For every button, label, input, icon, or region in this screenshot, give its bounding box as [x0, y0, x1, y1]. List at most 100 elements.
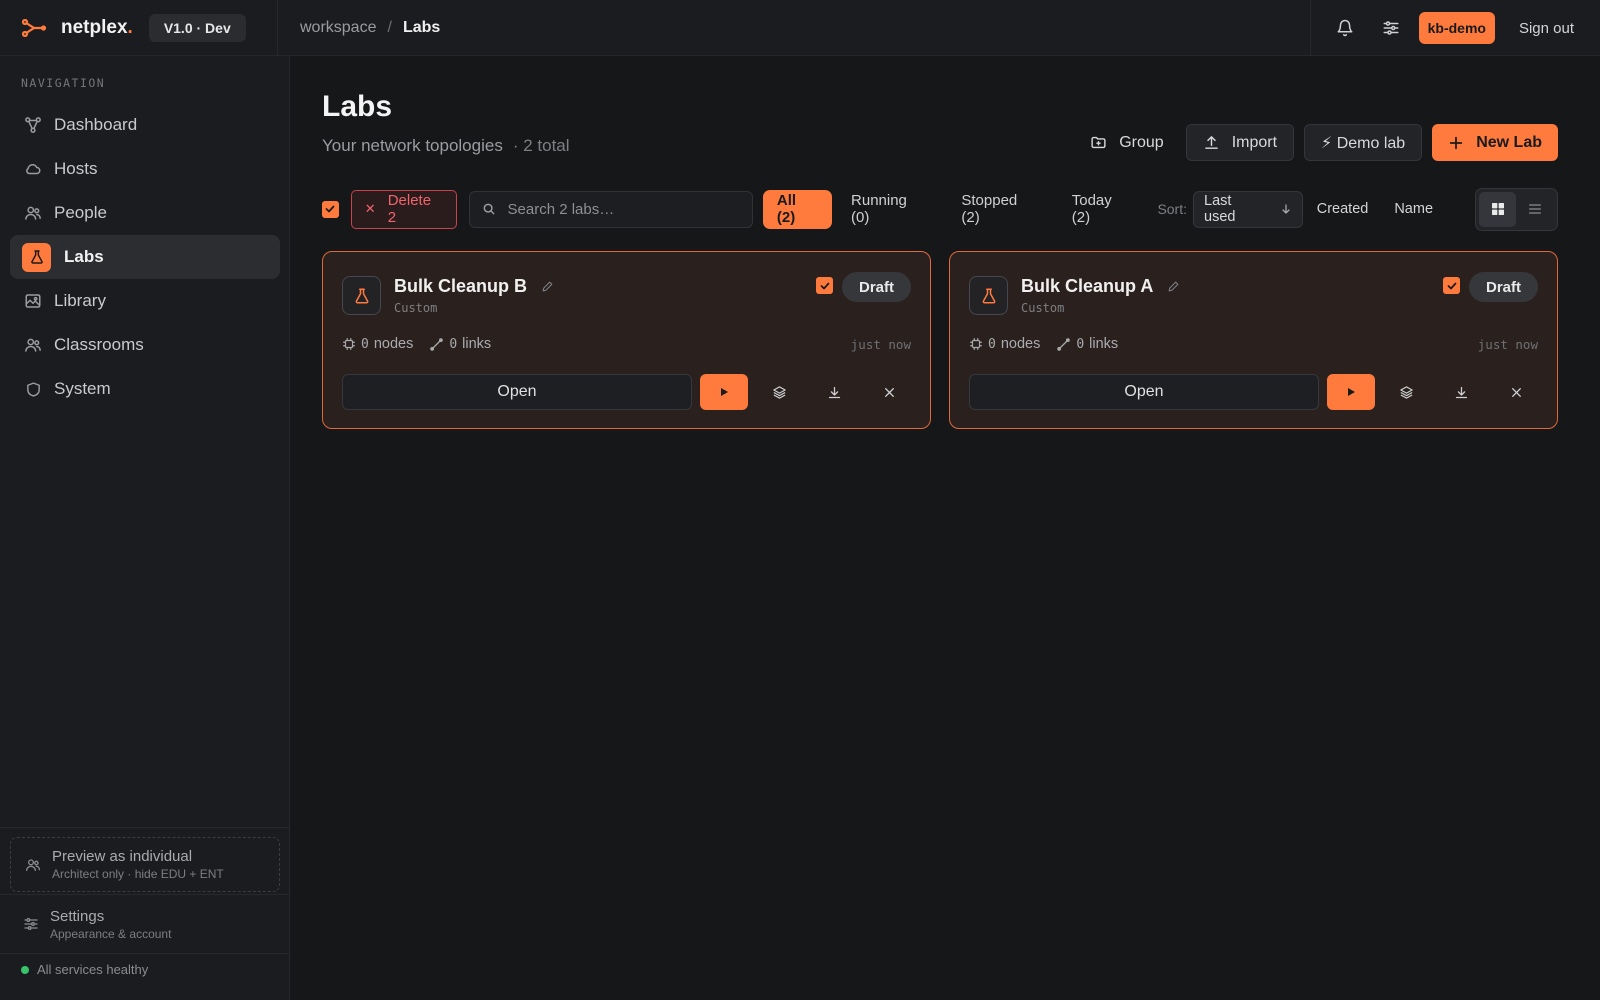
link-count: 0: [1076, 336, 1085, 352]
sidebar-item-label: People: [54, 203, 107, 222]
play-icon: [1345, 386, 1357, 398]
pencil-icon[interactable]: [541, 280, 554, 293]
check-icon: [819, 280, 831, 292]
open-lab-button[interactable]: Open: [342, 374, 692, 410]
lab-select-checkbox[interactable]: [1443, 277, 1460, 294]
nodes-label: nodes: [373, 336, 414, 352]
download-icon: [827, 385, 842, 400]
list-icon: [1527, 201, 1543, 217]
preferences-button[interactable]: [1371, 8, 1411, 48]
close-icon: [1510, 386, 1523, 399]
lab-card[interactable]: Bulk Cleanup A Custom Draft 0 nodes 0 li…: [949, 251, 1558, 429]
grid-view-button[interactable]: [1479, 191, 1517, 227]
brand: netplex. V1.0 · Dev: [0, 0, 278, 56]
filter-stopped[interactable]: Stopped (2): [947, 190, 1052, 229]
group-button[interactable]: Group: [1078, 124, 1175, 161]
notifications-button[interactable]: [1325, 8, 1365, 48]
nav-header: NAVIGATION: [21, 76, 106, 90]
sidebar-item-library[interactable]: Library: [10, 279, 280, 323]
netplex-logo-icon[interactable]: [22, 18, 47, 37]
demo-lab-button[interactable]: ⚡ Demo lab: [1304, 124, 1423, 161]
lab-select-checkbox[interactable]: [816, 277, 833, 294]
download-lab-button[interactable]: [807, 374, 862, 410]
user-badge[interactable]: kb-demo: [1418, 12, 1495, 44]
lab-card[interactable]: Bulk Cleanup B Custom Draft 0 nodes 0 li…: [322, 251, 931, 429]
status-dot: [21, 965, 29, 974]
sign-out-button[interactable]: Sign out: [1519, 20, 1574, 37]
sidebar-item-dashboard[interactable]: Dashboard: [10, 103, 280, 147]
delete-lab-button[interactable]: [862, 374, 917, 410]
sidebar-item-classrooms[interactable]: Classrooms: [10, 323, 280, 367]
bell-icon: [1336, 19, 1354, 37]
preview-as-individual-button[interactable]: Preview as individual Architect only · h…: [10, 837, 280, 892]
lab-name-text: Bulk Cleanup B: [394, 276, 528, 296]
version-badge[interactable]: V1.0 · Dev: [148, 13, 246, 42]
search-input[interactable]: [507, 200, 748, 218]
filter-all[interactable]: All (2): [762, 189, 833, 229]
settings-button[interactable]: Settings Appearance & account: [10, 899, 280, 949]
filter-today[interactable]: Today (2): [1058, 190, 1148, 229]
filter-running[interactable]: Running (0): [837, 190, 942, 229]
lab-stats: 0 nodes 0 links: [342, 336, 491, 352]
check-icon: [324, 203, 336, 215]
sidebar: NAVIGATION Dashboard Hosts People Labs L…: [0, 56, 290, 1000]
sidebar-item-label: Library: [54, 291, 106, 310]
check-icon: [1446, 280, 1458, 292]
sliders-icon: [23, 916, 39, 932]
sort-select[interactable]: Last used: [1193, 190, 1303, 228]
download-lab-button[interactable]: [1434, 374, 1489, 410]
download-icon: [1454, 385, 1469, 400]
settings-text: Settings Appearance & account: [50, 908, 171, 941]
search-icon: [482, 202, 496, 216]
settings-subtitle: Appearance & account: [50, 926, 172, 941]
status-text: All services healthy: [37, 962, 149, 977]
lab-name: Bulk Cleanup B: [394, 276, 554, 297]
breadcrumb-workspace[interactable]: workspace: [300, 19, 376, 37]
pencil-icon[interactable]: [1167, 280, 1180, 293]
new-lab-button[interactable]: New Lab: [1432, 124, 1558, 161]
users-icon: [23, 335, 43, 355]
lab-actions: Open: [342, 374, 917, 410]
sidebar-item-people[interactable]: People: [10, 191, 280, 235]
link-count: 0: [449, 336, 458, 352]
sidebar-item-label: Labs: [64, 247, 104, 266]
subtitle-text: Your network topologies: [322, 136, 503, 155]
open-lab-button[interactable]: Open: [969, 374, 1319, 410]
users-icon: [23, 203, 43, 223]
duplicate-lab-button[interactable]: [752, 374, 807, 410]
sort-selected-value: Last used: [1204, 193, 1236, 225]
sidebar-item-label: Classrooms: [54, 335, 144, 354]
divider: [0, 953, 290, 954]
sort-option-name[interactable]: Name: [1394, 201, 1433, 217]
node-count: 0: [988, 336, 996, 352]
flask-icon: [969, 276, 1008, 315]
start-lab-button[interactable]: [700, 374, 748, 410]
sort-option-created[interactable]: Created: [1317, 201, 1369, 217]
status-badge: Draft: [1468, 272, 1538, 302]
start-lab-button[interactable]: [1327, 374, 1375, 410]
lab-cards: Bulk Cleanup B Custom Draft 0 nodes 0 li…: [322, 251, 1558, 429]
layers-icon: [1399, 385, 1414, 400]
sliders-icon: [1382, 19, 1400, 37]
lab-type: Custom: [394, 301, 438, 315]
play-icon: [718, 386, 730, 398]
sidebar-item-system[interactable]: System: [10, 367, 280, 411]
list-view-button[interactable]: [1516, 192, 1553, 227]
breadcrumb: workspace / Labs: [300, 19, 440, 37]
sidebar-item-hosts[interactable]: Hosts: [10, 147, 280, 191]
import-button[interactable]: Import: [1185, 124, 1295, 161]
delete-selected-button[interactable]: ✕ Delete 2: [350, 189, 457, 229]
delete-lab-button[interactable]: [1489, 374, 1544, 410]
flask-icon: [22, 242, 51, 272]
link-icon: [1056, 337, 1071, 352]
upload-icon: [1203, 134, 1220, 151]
group-label: Group: [1119, 133, 1164, 151]
select-all-checkbox[interactable]: [322, 200, 339, 218]
lab-stats: 0 nodes 0 links: [969, 336, 1118, 352]
links-label: links: [462, 336, 492, 352]
brand-name[interactable]: netplex.: [61, 17, 133, 39]
duplicate-lab-button[interactable]: [1379, 374, 1434, 410]
service-status: All services healthy: [21, 962, 148, 977]
sidebar-item-labs[interactable]: Labs: [10, 235, 280, 279]
new-lab-label: New Lab: [1476, 133, 1542, 151]
